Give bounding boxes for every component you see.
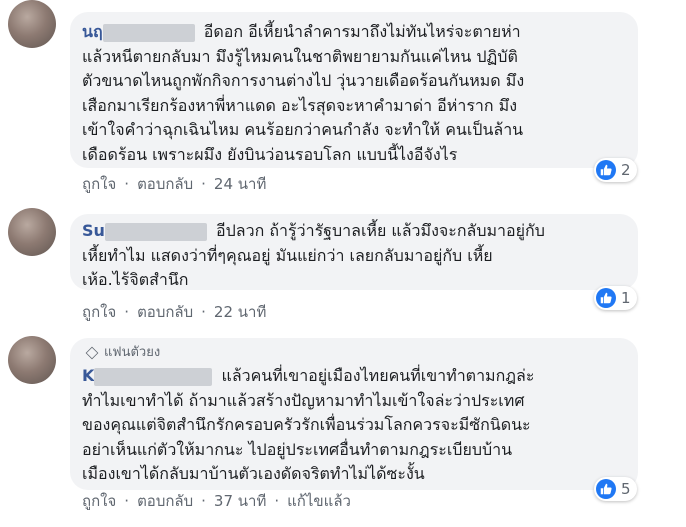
fan-badge: แฟนตัวยง	[82, 344, 626, 362]
redacted-name	[104, 222, 207, 241]
comment-actions: ถูกใจ · ตอบกลับ · 37 นาที · แก้ไขแล้ว	[82, 489, 351, 513]
separator: ·	[124, 492, 130, 510]
separator: ·	[124, 303, 130, 321]
comment-text-line: เห้อ.ไร้จิตสำนึก	[82, 270, 189, 289]
comment-text-line: ทำไมเขาทำได้ ถ้ามาแล้วสร้างปัญหามาทำไมเข…	[82, 390, 525, 410]
comment-text-line: อย่าเห็นแก่ตัวให้มากนะ ไปอยู่ประเทศอื่นท…	[82, 439, 513, 459]
avatar[interactable]	[8, 208, 56, 256]
like-link[interactable]: ถูกใจ	[82, 303, 116, 321]
comment-bubble: Su อีปลวก ถ้ารู้ว่ารัฐบาลเหี้ย แล้วมึงจะ…	[70, 214, 638, 290]
reply-link[interactable]: ตอบกลับ	[137, 492, 193, 510]
author-name[interactable]: Su	[82, 221, 105, 240]
edited-link[interactable]: แก้ไขแล้ว	[287, 492, 351, 510]
comment-text-line: แล้วคนที่เขาอยู่เมืองไทยคนที่เขาทำตามกฎล…	[221, 366, 535, 385]
like-link[interactable]: ถูกใจ	[82, 175, 116, 193]
comment-text-line: เข้าใจคำว่าฉุกเฉินไหม คนร้อยกว่าคนกำลัง …	[82, 120, 524, 139]
reaction-count[interactable]: 5	[594, 477, 637, 501]
timestamp[interactable]: 37 นาที	[214, 492, 266, 510]
comment-text-line: เสือกมาเรียกร้องหาพี่หาแดด อะไรสุดจะหาคำ…	[82, 95, 518, 115]
comment-text-line: อีปลวก ถ้ารู้ว่ารัฐบาลเหี้ย แล้วมึงจะกลั…	[216, 221, 545, 240]
comment-text-line: อีดอก อีเหี้ยนำลำคารมาถึงไม่ทันไหร่จะตาย…	[203, 22, 521, 41]
thumbs-up-icon	[596, 288, 616, 308]
separator: ·	[201, 175, 206, 193]
comment-text-line: ตัวขนาดไหนถูกพักกิจการงานต่างไป วุ่นวายเ…	[82, 71, 525, 90]
thumbs-up-icon	[596, 160, 616, 180]
comment-actions: ถูกใจ · ตอบกลับ · 24 นาที	[82, 172, 266, 196]
comment-text-line: ของคุณแต่จิตสำนึกรักครอบครัวรักเพื่อนร่ว…	[82, 415, 531, 434]
comment-text-line: เมืองเขาได้กลับมาบ้านตัวเองดัดจริตทำไม่ไ…	[82, 464, 425, 483]
author-name[interactable]: K	[82, 366, 94, 385]
badge-label: แฟนตัวยง	[104, 345, 161, 360]
separator: ·	[274, 492, 280, 510]
redacted-name	[102, 23, 195, 42]
reply-link[interactable]: ตอบกลับ	[137, 175, 193, 193]
comment-actions: ถูกใจ · ตอบกลับ · 22 นาที	[82, 300, 266, 324]
comment-text-line: เดือดร้อน เพราะผมึง ยังบินว่อนรอบโลก แบบ…	[82, 144, 458, 164]
separator: ·	[201, 303, 206, 321]
author-name[interactable]: นฤ	[82, 22, 103, 41]
reaction-count[interactable]: 1	[594, 286, 637, 310]
reaction-number: 5	[621, 480, 631, 498]
avatar[interactable]	[8, 0, 56, 48]
separator: ·	[201, 492, 206, 510]
diamond-icon	[85, 346, 99, 359]
comment-bubble: แฟนตัวยง K แล้วคนที่เขาอยู่เมืองไทยคนที่…	[70, 338, 638, 490]
separator: ·	[124, 175, 130, 193]
reaction-number: 1	[621, 289, 631, 307]
avatar[interactable]	[8, 336, 56, 384]
timestamp[interactable]: 22 นาที	[214, 303, 266, 321]
timestamp[interactable]: 24 นาที	[214, 175, 266, 193]
comment-text-line: แล้วหนีตายกลับมา มึงรู้ไหมคนในชาติพยายาม…	[82, 46, 518, 66]
comment-bubble: นฤ อีดอก อีเหี้ยนำลำคารมาถึงไม่ทันไหร่จะ…	[70, 12, 638, 168]
comment-text-line: เหี้ยทำไม แสดงว่าที่ๆคุณอยู่ มันแย่กว่า …	[82, 245, 493, 265]
reaction-count[interactable]: 2	[594, 158, 637, 182]
reply-link[interactable]: ตอบกลับ	[137, 303, 193, 321]
reaction-number: 2	[621, 161, 631, 179]
redacted-name	[94, 367, 213, 386]
thumbs-up-icon	[596, 479, 616, 499]
like-link[interactable]: ถูกใจ	[82, 492, 116, 510]
